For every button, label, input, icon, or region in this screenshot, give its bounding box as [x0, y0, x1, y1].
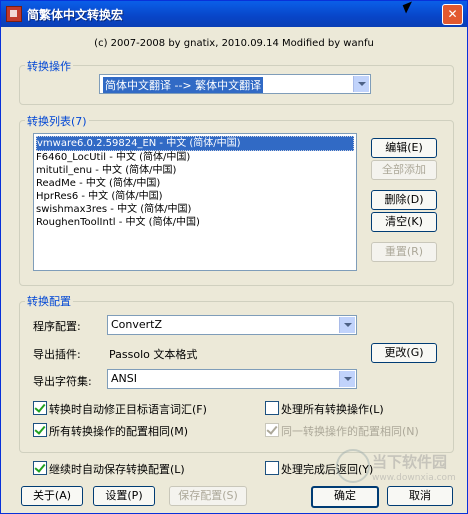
auto-fix-checkbox[interactable] — [33, 401, 47, 415]
credit-text: (c) 2007-2008 by gnatix, 2010.09.14 Modi… — [94, 38, 374, 49]
export-plugin-value: Passolo 文本格式 — [109, 348, 198, 361]
chevron-down-icon[interactable] — [353, 76, 369, 92]
delete-button[interactable]: 删除(D) — [371, 190, 437, 210]
reset-button[interactable]: 重置(R) — [371, 242, 437, 262]
conversion-op-value: 简体中文翻译 --> 繁体中文翻译 — [103, 77, 264, 93]
title-bar[interactable]: 简繁体中文转换宏 ✕ — [1, 1, 467, 27]
change-button[interactable]: 更改(G) — [371, 343, 437, 363]
charset-select[interactable]: ANSI — [107, 369, 357, 389]
same-config-label: 所有转换操作的配置相同(M) — [49, 425, 189, 438]
same-op-config-checkbox[interactable] — [265, 423, 279, 437]
main-window: 简繁体中文转换宏 ✕ (c) 2007-2008 by gnatix, 2010… — [0, 0, 468, 514]
list-item[interactable]: HprRes6 - 中文 (简体/中国) — [36, 190, 163, 203]
auto-fix-label: 转换时自动修正目标语言词汇(F) — [49, 403, 207, 416]
conversion-config-label: 转换配置 — [25, 293, 73, 309]
charset-value: ANSI — [111, 372, 137, 385]
app-icon — [6, 6, 22, 22]
watermark-name: 当下软件园 — [372, 453, 448, 471]
edit-button[interactable]: 编辑(E) — [371, 138, 437, 158]
export-plugin-label: 导出插件: — [33, 348, 81, 361]
watermark-url: www.downxia.com — [372, 473, 456, 483]
program-config-select[interactable]: ConvertZ — [107, 315, 357, 335]
close-button[interactable]: ✕ — [442, 4, 463, 25]
process-all-checkbox[interactable] — [265, 401, 279, 415]
watermark-logo: 当下软件园 www.downxia.com — [336, 449, 456, 493]
list-item[interactable]: swishmax3res - 中文 (简体/中国) — [36, 203, 191, 216]
program-config-label: 程序配置: — [33, 320, 81, 333]
add-all-button[interactable]: 全部添加 — [371, 160, 437, 180]
list-item[interactable]: mitutil_enu - 中文 (简体/中国) — [36, 164, 176, 177]
process-all-label: 处理所有转换操作(L) — [281, 403, 384, 416]
chevron-down-icon[interactable] — [339, 371, 355, 387]
conversion-op-select[interactable]: 简体中文翻译 --> 繁体中文翻译 — [99, 74, 371, 94]
return-after-checkbox[interactable] — [265, 461, 279, 475]
same-op-config-label: 同一转换操作的配置相同(N) — [281, 425, 419, 438]
program-config-value: ConvertZ — [111, 318, 163, 331]
clear-button[interactable]: 清空(K) — [371, 212, 437, 232]
conversion-op-label: 转换操作 — [25, 58, 73, 74]
about-button[interactable]: 关于(A) — [21, 486, 83, 506]
charset-label: 导出字符集: — [33, 375, 92, 388]
watermark-icon — [336, 449, 370, 483]
window-title: 简繁体中文转换宏 — [27, 8, 124, 22]
list-item[interactable]: vmware6.0.2.59824_EN - 中文 (简体/中国) — [36, 136, 354, 151]
settings-button[interactable]: 设置(P) — [93, 486, 155, 506]
save-config-button[interactable]: 保存配置(S) — [169, 486, 247, 506]
same-config-checkbox[interactable] — [33, 423, 47, 437]
chevron-down-icon[interactable] — [339, 317, 355, 333]
auto-save-checkbox[interactable] — [33, 461, 47, 475]
conversion-list-label: 转换列表(7) — [25, 113, 89, 129]
conversion-listbox[interactable]: vmware6.0.2.59824_EN - 中文 (简体/中国) F6460_… — [33, 133, 357, 271]
auto-save-label: 继续时自动保存转换配置(L) — [49, 463, 185, 476]
list-item[interactable]: ReadMe - 中文 (简体/中国) — [36, 177, 160, 190]
list-item[interactable]: F6460_LocUtil - 中文 (简体/中国) — [36, 151, 190, 164]
list-item[interactable]: RoughenToolIntl - 中文 (简体/中国) — [36, 216, 200, 229]
